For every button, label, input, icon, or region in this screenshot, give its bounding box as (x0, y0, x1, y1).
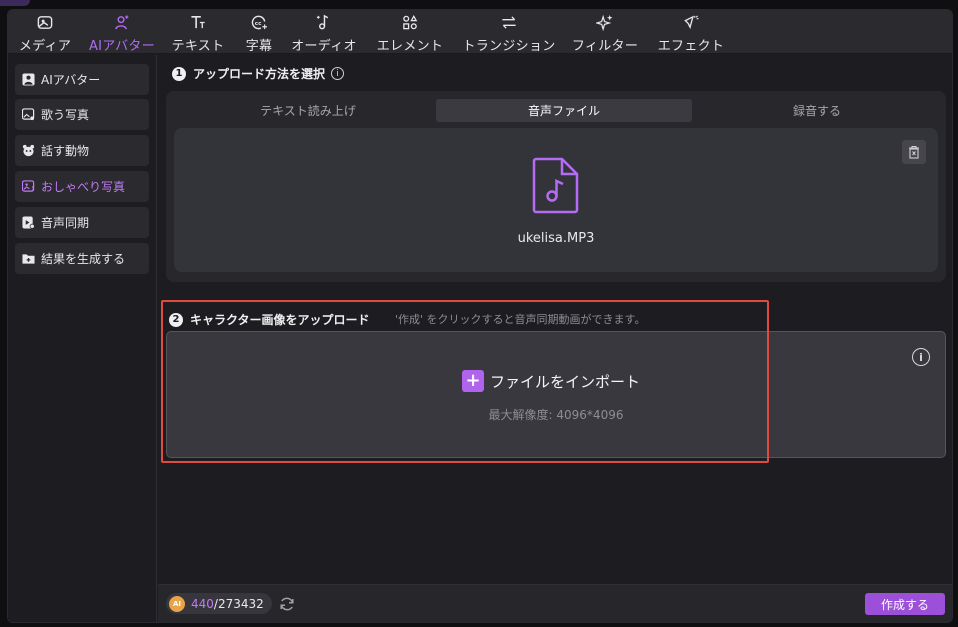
sidebar-item-talking-animal[interactable]: 話す動物 (15, 135, 149, 166)
create-button[interactable]: 作成する (865, 593, 945, 615)
audio-file-icon (532, 157, 579, 214)
info-icon[interactable]: i (331, 67, 345, 80)
trash-icon (909, 145, 919, 159)
refresh-icon[interactable] (279, 596, 295, 612)
tool-filter[interactable]: フィルター (571, 10, 639, 54)
tool-ai-avatar[interactable]: AIアバター (88, 10, 156, 54)
tab-audio-file[interactable]: 音声ファイル (436, 99, 692, 122)
ai-credit-coin-icon: AI (169, 595, 185, 612)
sidebar-item-label: 歌う写真 (41, 108, 90, 122)
credits-total: /273432 (213, 596, 264, 611)
tool-text[interactable]: テキスト (172, 10, 224, 54)
main-panel: 1 アップロード方法を選択 i テキスト読み上げ 音声ファイル 録音する uke… (158, 55, 952, 622)
audio-icon (316, 14, 329, 30)
sidebar-item-label: おしゃべり写真 (41, 180, 126, 194)
character-image-dropzone[interactable]: i + ファイルをインポート 最大解像度: 4096*4096 (166, 331, 946, 458)
tool-label: エフェクト (657, 39, 725, 54)
app-window: メディア AIアバター テキスト cc 字幕 オーディオ エレメント トランジシ… (7, 9, 953, 623)
tool-label: フィルター (571, 39, 639, 54)
max-resolution-text: 最大解像度: 4096*4096 (488, 408, 624, 422)
sidebar-item-label: 話す動物 (41, 144, 90, 158)
credits-used: 440 (191, 596, 214, 611)
import-file-button[interactable]: + ファイルをインポート (462, 370, 640, 392)
tool-element[interactable]: エレメント (376, 10, 444, 54)
svg-text:cc: cc (255, 21, 262, 27)
effect-icon (684, 15, 699, 30)
singing-photo-icon (21, 108, 35, 122)
top-toolbar: メディア AIアバター テキスト cc 字幕 オーディオ エレメント トランジシ… (8, 10, 952, 54)
create-hint: '作成' をクリックすると音声同期動画ができます。 (395, 313, 646, 326)
talking-animal-icon (21, 144, 35, 158)
sidebar-item-generate-result[interactable]: 結果を生成する (15, 243, 149, 274)
sidebar-item-label: 結果を生成する (41, 252, 126, 266)
sidebar-item-label: 音声同期 (41, 216, 90, 230)
sidebar-item-label: AIアバター (41, 73, 101, 87)
step2-heading: 2 キャラクター画像をアップロード (169, 311, 370, 328)
tool-media[interactable]: メディア (19, 10, 71, 54)
transition-icon (502, 16, 516, 29)
ai-avatar-icon (115, 15, 129, 30)
media-icon (37, 16, 53, 29)
credits-badge: AI 440 /273432 (166, 593, 272, 614)
sidebar-item-lip-sync[interactable]: 音声同期 (15, 207, 149, 238)
tool-subtitle[interactable]: cc 字幕 (243, 10, 275, 54)
bottom-bar: AI 440 /273432 作成する (158, 584, 952, 622)
tool-label: AIアバター (88, 39, 155, 54)
sidebar-item-ai-avatar[interactable]: AIアバター (15, 64, 149, 95)
tool-label: トランジション (462, 39, 556, 54)
tool-transition[interactable]: トランジション (462, 10, 556, 54)
talking-photo-icon (21, 180, 35, 194)
tool-label: メディア (18, 39, 72, 54)
lip-sync-icon (21, 216, 35, 230)
element-icon (403, 14, 418, 30)
step2-title: キャラクター画像をアップロード (190, 313, 370, 327)
delete-button[interactable] (902, 140, 926, 164)
sidebar-item-talking-photo[interactable]: おしゃべり写真 (15, 171, 149, 202)
upload-method-panel: テキスト読み上げ 音声ファイル 録音する ukelisa.MP3 (166, 91, 946, 282)
tool-label: エレメント (376, 39, 444, 54)
avatar-icon (21, 73, 35, 87)
sidebar-item-singing-photo[interactable]: 歌う写真 (15, 99, 149, 130)
subtitle-icon: cc (251, 15, 268, 30)
tool-label: テキスト (171, 39, 225, 54)
tab-text-to-speech[interactable]: テキスト読み上げ (180, 99, 436, 122)
plus-icon: + (462, 370, 484, 392)
step1-heading: 1 アップロード方法を選択 i (172, 65, 345, 82)
step1-title: アップロード方法を選択 (193, 67, 326, 81)
generate-result-icon (21, 252, 35, 266)
import-file-label: ファイルをインポート (490, 372, 641, 391)
tool-audio[interactable]: オーディオ (290, 10, 358, 54)
audio-file-name: ukelisa.MP3 (517, 231, 595, 246)
info-icon[interactable]: i (912, 348, 930, 366)
tool-label: 字幕 (245, 39, 273, 54)
step-number: 2 (169, 312, 183, 327)
app-logo (0, 0, 30, 6)
text-icon (191, 16, 205, 29)
filter-icon (596, 14, 613, 31)
tool-effect[interactable]: エフェクト (657, 10, 725, 54)
step-number: 1 (172, 66, 186, 81)
audio-file-card: ukelisa.MP3 (174, 128, 938, 272)
tab-record[interactable]: 録音する (692, 99, 942, 122)
tool-label: オーディオ (291, 39, 357, 54)
sidebar: AIアバター 歌う写真 話す動物 おしゃべり写真 音声同期 結果を生成する (8, 55, 157, 622)
